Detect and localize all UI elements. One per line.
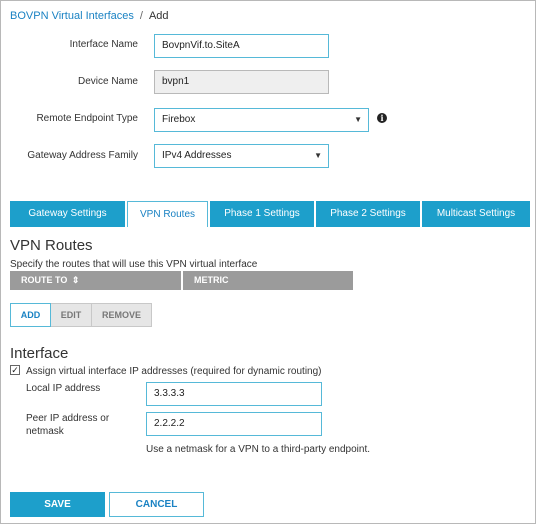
interface-name-input[interactable]: BovpnVif.to.SiteA xyxy=(154,34,329,58)
breadcrumb-current: Add xyxy=(148,10,169,22)
peer-ip-label-line1: Peer IP address or xyxy=(26,413,110,424)
interface-name-label: Interface Name xyxy=(69,39,138,50)
column-header-route-to[interactable]: ROUTE TO ⇕ xyxy=(10,271,183,290)
remote-endpoint-type-label: Remote Endpoint Type xyxy=(36,113,138,124)
tab-multicast-settings[interactable]: Multicast Settings xyxy=(422,201,530,227)
peer-ip-label-line2: netmask xyxy=(26,426,64,437)
breadcrumb: BOVPN Virtual Interfaces / Add xyxy=(10,10,169,22)
cancel-button[interactable]: CANCEL xyxy=(109,492,204,517)
tab-vpn-routes[interactable]: VPN Routes xyxy=(127,201,208,227)
edit-route-button[interactable]: EDIT xyxy=(51,303,92,327)
remove-route-button[interactable]: REMOVE xyxy=(92,303,152,327)
local-ip-input[interactable]: 3.3.3.3 xyxy=(146,382,322,406)
column-header-route-to-label: ROUTE TO xyxy=(21,275,68,285)
assign-ip-checkbox[interactable]: ✓ xyxy=(10,365,20,375)
peer-ip-input[interactable]: 2.2.2.2 xyxy=(146,412,322,436)
info-icon[interactable]: i xyxy=(377,113,387,123)
breadcrumb-separator: / xyxy=(139,10,143,22)
checkmark-icon: ✓ xyxy=(11,365,19,375)
interface-title: Interface xyxy=(10,345,69,362)
column-header-metric-label: METRIC xyxy=(194,275,229,285)
routes-table-header: ROUTE TO ⇕ METRIC xyxy=(10,271,353,290)
device-name-label: Device Name xyxy=(77,76,138,87)
assign-ip-checkbox-label: Assign virtual interface IP addresses (r… xyxy=(26,366,322,377)
device-name-input: bvpn1 xyxy=(154,70,329,94)
chevron-down-icon: ▼ xyxy=(354,115,362,124)
save-button[interactable]: SAVE xyxy=(10,492,105,517)
gateway-address-family-select[interactable]: IPv4 Addresses ▼ xyxy=(154,144,329,168)
breadcrumb-parent-link[interactable]: BOVPN Virtual Interfaces xyxy=(10,10,134,22)
settings-tabs: Gateway Settings VPN Routes Phase 1 Sett… xyxy=(10,201,532,227)
add-route-button[interactable]: ADD xyxy=(10,303,51,327)
gateway-address-family-label: Gateway Address Family xyxy=(27,150,138,161)
routes-button-group: ADD EDIT REMOVE xyxy=(10,303,152,327)
column-header-metric[interactable]: METRIC xyxy=(183,271,353,290)
netmask-hint: Use a netmask for a VPN to a third-party… xyxy=(146,444,370,455)
tab-phase-1-settings[interactable]: Phase 1 Settings xyxy=(210,201,314,227)
gateway-address-family-value: IPv4 Addresses xyxy=(162,150,232,161)
vpn-routes-description: Specify the routes that will use this VP… xyxy=(10,259,258,270)
chevron-down-icon: ▼ xyxy=(314,151,322,160)
tab-gateway-settings[interactable]: Gateway Settings xyxy=(10,201,125,227)
remote-endpoint-type-select[interactable]: Firebox ▼ xyxy=(154,108,369,132)
remote-endpoint-type-value: Firebox xyxy=(162,114,196,125)
sort-icon: ⇕ xyxy=(71,275,80,285)
local-ip-label: Local IP address xyxy=(26,383,101,394)
vpn-routes-title: VPN Routes xyxy=(10,237,93,254)
tab-phase-2-settings[interactable]: Phase 2 Settings xyxy=(316,201,420,227)
